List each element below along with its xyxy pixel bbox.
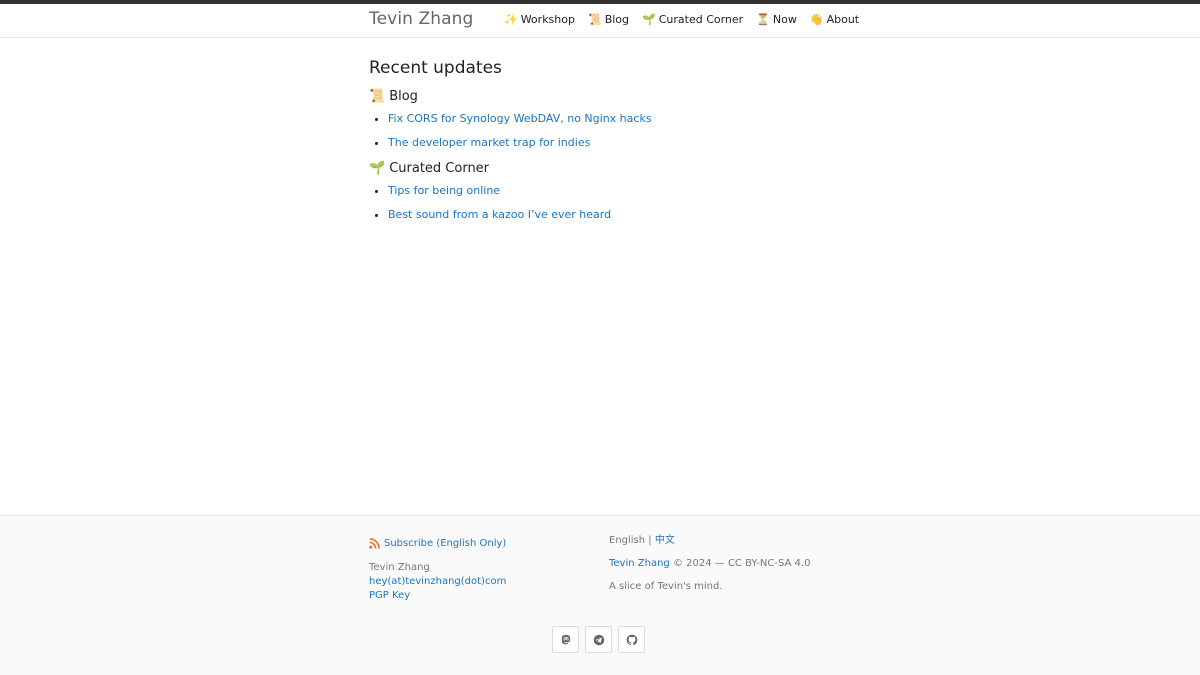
copyright-author-link[interactable]: Tevin Zhang	[609, 558, 670, 569]
nav-label: Curated Corner	[658, 13, 744, 26]
seedling-icon: 🌱	[642, 13, 656, 26]
mastodon-icon	[561, 634, 570, 644]
github-button[interactable]	[618, 626, 645, 653]
lang-separator: |	[645, 535, 655, 546]
lang-chinese-link[interactable]: 中文	[655, 535, 675, 546]
tagline: A slice of Tevin's mind.	[609, 581, 723, 592]
main-nav: ✨ Workshop 📜 Blog 🌱 Curated Corner ⏳ Now 👋 Ab…	[504, 13, 859, 26]
post-link[interactable]: Tips for being online	[388, 184, 500, 197]
rss-icon	[369, 538, 380, 549]
blog-update-list: Fix CORS for Synology WebDAV, no Nginx h…	[369, 112, 869, 150]
scroll-icon: 📜	[587, 13, 602, 26]
subscribe-link[interactable]: Subscribe (English Only)	[384, 538, 506, 549]
language-switcher: English | 中文	[609, 534, 810, 547]
section-heading-blog: 📜 Blog	[369, 88, 869, 106]
copyright: Tevin Zhang © 2024 — CC BY-NC-SA 4.0	[609, 557, 810, 570]
subscribe-row: Subscribe (English Only)	[369, 538, 506, 549]
github-icon	[626, 634, 637, 645]
list-item: Best sound from a kazoo I’ve ever heard	[388, 208, 869, 222]
curated-update-list: Tips for being online Best sound from a …	[369, 184, 869, 222]
list-item: The developer market trap for indies	[388, 136, 869, 150]
section-heading-curated-corner: 🌱 Curated Corner	[369, 160, 869, 178]
footer-contact: Subscribe (English Only) Tevin Zhang hey…	[369, 538, 506, 603]
nav-workshop[interactable]: ✨ Workshop	[504, 13, 575, 26]
pgp-key-link[interactable]: PGP Key	[369, 589, 506, 603]
seedling-icon: 🌱	[369, 161, 386, 176]
hourglass-icon: ⏳	[756, 13, 770, 26]
site-header: Tevin Zhang ✨ Workshop 📜 Blog 🌱 Curated Cor…	[0, 4, 1200, 38]
copyright-text: © 2024 — CC BY-NC-SA 4.0	[669, 558, 811, 569]
mastodon-button[interactable]	[552, 626, 579, 653]
author-block: Tevin Zhang hey(at)tevinzhang(dot)com PG…	[369, 561, 506, 603]
waving-hand-icon: 👋	[809, 13, 824, 26]
nav-now[interactable]: ⏳ Now	[756, 13, 797, 26]
post-link[interactable]: Fix CORS for Synology WebDAV, no Nginx h…	[388, 112, 652, 125]
nav-label: About	[826, 13, 860, 26]
page-title: Recent updates	[369, 58, 502, 78]
section-title: Curated Corner	[389, 161, 490, 176]
post-link[interactable]: The developer market trap for indies	[388, 136, 590, 149]
nav-label: Workshop	[520, 13, 575, 26]
lang-english-current: English	[609, 535, 646, 546]
nav-blog[interactable]: 📜 Blog	[588, 13, 629, 26]
nav-label: Blog	[604, 13, 630, 26]
author-name: Tevin Zhang	[369, 562, 430, 573]
social-links	[552, 626, 645, 653]
site-footer: Subscribe (English Only) Tevin Zhang hey…	[0, 515, 1200, 675]
footer-info: English | 中文 Tevin Zhang © 2024 — CC BY-…	[609, 534, 810, 603]
telegram-button[interactable]	[585, 626, 612, 653]
nav-about[interactable]: 👋 About	[810, 13, 859, 26]
list-item: Tips for being online	[388, 184, 869, 198]
main-content: Recent updates 📜Blog Fix CORS for Synolo…	[369, 58, 869, 232]
scroll-icon: 📜	[369, 89, 386, 104]
nav-label: Now	[772, 13, 797, 26]
section-title: Blog	[389, 89, 418, 104]
telegram-icon	[593, 634, 604, 645]
site-title-link[interactable]: Tevin Zhang	[369, 9, 473, 29]
sparkles-icon: ✨	[504, 13, 518, 26]
nav-curated-corner[interactable]: 🌱 Curated Corner	[642, 13, 743, 26]
post-link[interactable]: Best sound from a kazoo I’ve ever heard	[388, 208, 611, 221]
email-link[interactable]: hey(at)tevinzhang(dot)com	[369, 575, 506, 589]
list-item: Fix CORS for Synology WebDAV, no Nginx h…	[388, 112, 869, 126]
